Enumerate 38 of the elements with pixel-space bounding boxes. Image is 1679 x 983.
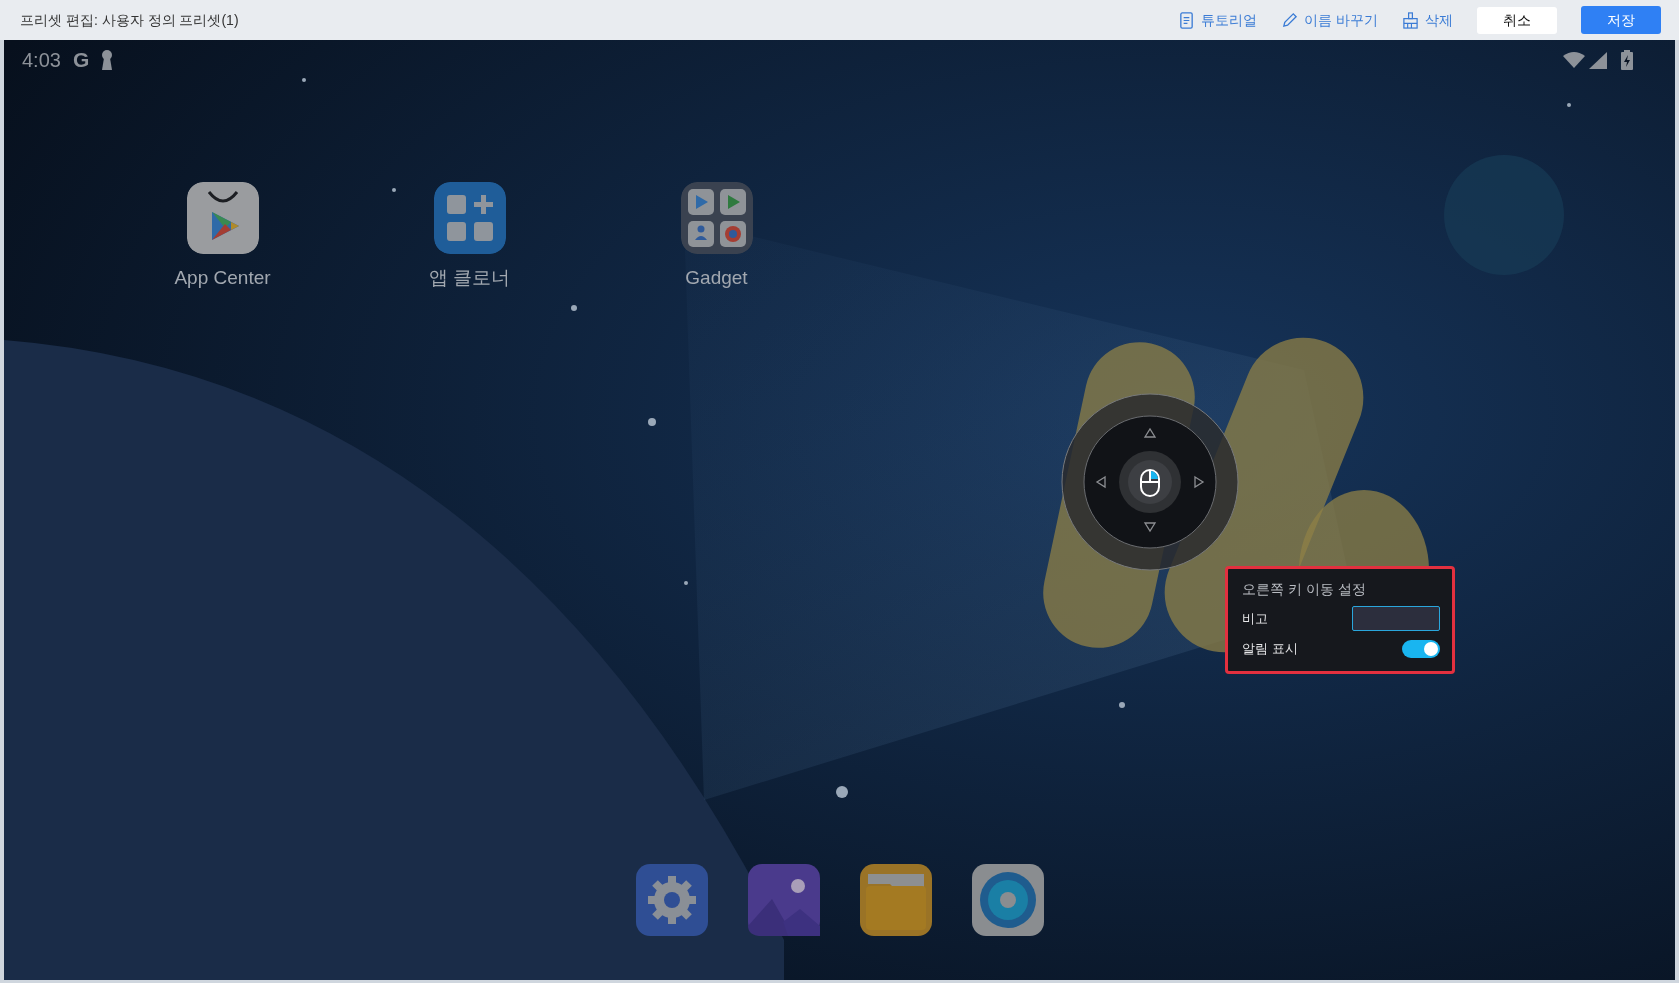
- panel-title: 오른쪽 키 이동 설정: [1242, 580, 1367, 599]
- app-label: App Center: [174, 266, 271, 290]
- star-dot: [836, 786, 848, 798]
- window-title: 프리셋 편집: 사용자 정의 프리셋(1): [20, 10, 239, 30]
- clock-time: 4:03: [22, 48, 61, 73]
- carrier-label: G: [72, 47, 90, 74]
- gear-icon[interactable]: [635, 864, 708, 936]
- field-label: 비고: [1242, 609, 1268, 628]
- star-dot: [571, 305, 577, 311]
- toolbar-link[interactable]: 삭제: [1402, 9, 1453, 31]
- toolbar-link[interactable]: 이름 바꾸기: [1281, 9, 1378, 31]
- joystick-control[interactable]: [1060, 392, 1240, 572]
- shopping-bag-icon[interactable]: [186, 182, 259, 254]
- field-label: 알림 표시: [1242, 640, 1298, 658]
- document-icon: [1178, 11, 1196, 29]
- toggle-switch[interactable]: [1402, 639, 1440, 658]
- star-dot: [684, 581, 688, 585]
- keyhole-icon: [101, 50, 114, 70]
- wifi-icon: [1563, 52, 1585, 68]
- pencil-icon: [1281, 11, 1299, 29]
- cancel-button[interactable]: 취소: [1477, 6, 1557, 34]
- app-label: 앱 클로너: [428, 266, 511, 290]
- battery-icon: [1619, 50, 1635, 70]
- star-dot: [302, 78, 306, 82]
- grid-plus-icon[interactable]: [433, 182, 506, 254]
- app-label: Gadget: [685, 266, 748, 290]
- signal-icon: [1589, 51, 1607, 69]
- save-button[interactable]: 저장: [1581, 6, 1661, 34]
- star-dot: [1567, 103, 1571, 107]
- input-field[interactable]: [1352, 606, 1440, 631]
- gallery-icon[interactable]: [747, 864, 820, 936]
- toolbar-link[interactable]: 튜토리얼: [1178, 9, 1258, 31]
- star-dot: [392, 188, 396, 192]
- star-dot: [1119, 702, 1125, 708]
- folder-icon[interactable]: [859, 864, 932, 936]
- app-folder-icon[interactable]: [680, 182, 753, 254]
- star-dot: [648, 418, 656, 426]
- broom-icon: [1402, 11, 1419, 29]
